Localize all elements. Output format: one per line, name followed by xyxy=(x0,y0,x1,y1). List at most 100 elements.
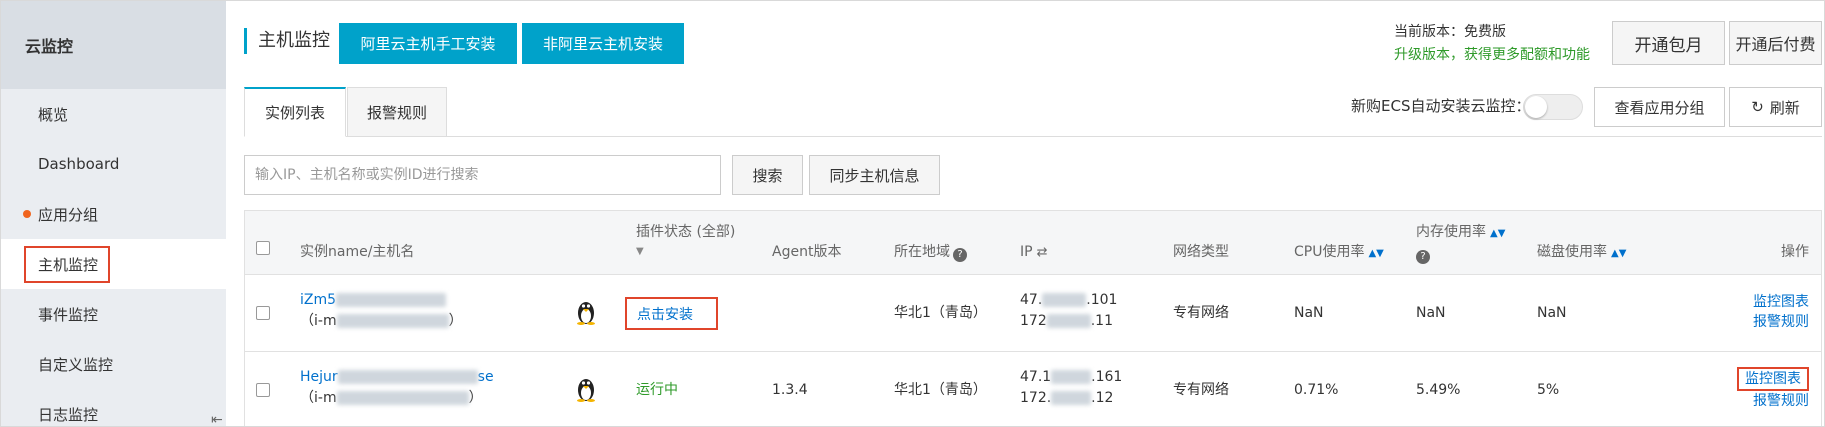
collapse-sidebar-icon[interactable]: ⇤ xyxy=(211,412,223,426)
refresh-button[interactable]: ↻ 刷新 xyxy=(1729,87,1822,127)
redacted-text xyxy=(337,370,478,384)
network-cell: 专有网络 xyxy=(1173,382,1229,398)
row-checkbox[interactable] xyxy=(256,383,270,397)
upgrade-link[interactable]: 升级版本，获得更多配额和功能 xyxy=(1394,44,1590,67)
sidebar-item-label: Dashboard xyxy=(38,155,120,173)
sidebar-item-dashboard[interactable]: Dashboard xyxy=(1,139,226,189)
instance-name-cell: iZm5 （i-m ） xyxy=(300,290,463,332)
redacted-text xyxy=(336,293,447,307)
disk-cell: 5% xyxy=(1537,382,1560,398)
agent-version-cell: 1.3.4 xyxy=(772,382,808,398)
monitor-chart-link[interactable]: 监控图表 xyxy=(1753,292,1809,312)
sidebar-item-custom-monitor[interactable]: 自定义监控 xyxy=(1,339,226,389)
linux-penguin-icon xyxy=(577,379,595,402)
monitor-chart-link[interactable]: 监控图表 xyxy=(1737,367,1809,391)
sidebar-item-label: 自定义监控 xyxy=(38,355,114,374)
sort-icon: ▲▼ xyxy=(1611,248,1627,259)
col-header-cpu[interactable]: CPU使用率 ▲▼ xyxy=(1294,242,1384,264)
table-row: Hejur se （i-m ） 运行中 1.3.4 华北1（青岛） 47.1 .161… xyxy=(245,352,1821,426)
instance-table: 实例name/主机名 插件状态 (全部) ▼ Agent版本 所在地域? IP ⇄… xyxy=(244,210,1822,426)
search-input[interactable] xyxy=(244,155,721,195)
version-info: 当前版本：免费版 升级版本，获得更多配额和功能 xyxy=(1394,21,1590,67)
sidebar-item-label: 主机监控 xyxy=(24,245,111,283)
aliyun-manual-install-button[interactable]: 阿里云主机手工安装 xyxy=(339,23,517,64)
refresh-label: 刷新 xyxy=(1769,99,1800,117)
col-header-plugin-label: 插件状态 (全部) xyxy=(636,224,736,240)
instance-name-suffix[interactable]: se xyxy=(478,369,494,385)
sort-icon: ▲▼ xyxy=(1368,248,1384,259)
sidebar-item-event-monitor[interactable]: 事件监控 xyxy=(1,289,226,339)
host-name-prefix: （i-m xyxy=(300,390,337,406)
view-app-group-button[interactable]: 查看应用分组 xyxy=(1594,87,1725,127)
sidebar-item-label: 事件监控 xyxy=(38,305,99,324)
sidebar-item-label: 应用分组 xyxy=(38,205,99,224)
region-cell: 华北1（青岛） xyxy=(894,305,987,321)
table-row: iZm5 （i-m ） 点击安装 华北1（青岛） 47. .101 172 .11 专… xyxy=(245,275,1821,352)
ip-public-suffix: .101 xyxy=(1086,292,1118,308)
redacted-text xyxy=(1051,370,1092,384)
mem-cell: NaN xyxy=(1416,305,1446,321)
sync-host-button[interactable]: 同步主机信息 xyxy=(809,155,940,195)
host-name-prefix: （i-m xyxy=(300,313,337,329)
disk-cell: NaN xyxy=(1537,305,1567,321)
auto-install-toggle[interactable] xyxy=(1523,94,1583,120)
col-header-ip-label: IP xyxy=(1020,244,1033,260)
page-title: 主机监控 xyxy=(244,28,330,54)
sidebar-item-overview[interactable]: 概览 xyxy=(1,89,226,139)
postpaid-button[interactable]: 开通后付费 xyxy=(1729,21,1822,65)
col-header-agent: Agent版本 xyxy=(772,244,842,260)
col-header-cpu-label: CPU使用率 xyxy=(1294,244,1365,260)
swap-arrows-icon[interactable]: ⇄ xyxy=(1037,245,1048,260)
ip-private-prefix: 172. xyxy=(1020,390,1052,406)
help-icon[interactable]: ? xyxy=(1416,250,1430,264)
sidebar-item-label: 日志监控 xyxy=(38,405,99,424)
sidebar-title: 云监控 xyxy=(1,1,226,89)
col-header-mem[interactable]: 内存使用率 ▲▼ ? xyxy=(1416,222,1505,264)
ops-cell: 监控图表 报警规则 xyxy=(1737,367,1809,411)
redacted-text xyxy=(1051,391,1092,405)
ops-cell: 监控图表 报警规则 xyxy=(1753,292,1809,332)
instance-name-link[interactable]: Hejur xyxy=(300,369,338,385)
app-window: 云监控 概览 Dashboard 应用分组 主机监控 事件监控 自定义监控 日志… xyxy=(0,0,1825,427)
table-header: 实例name/主机名 插件状态 (全部) ▼ Agent版本 所在地域? IP ⇄… xyxy=(245,211,1821,275)
auto-install-label: 新购ECS自动安装云监控： xyxy=(1351,97,1531,115)
sidebar-item-log-monitor[interactable]: 日志监控 xyxy=(1,389,226,426)
toggle-knob xyxy=(1525,96,1547,118)
tab-alarm-rules[interactable]: 报警规则 xyxy=(347,87,447,137)
host-name-suffix: ） xyxy=(448,313,463,329)
sidebar-item-app-group[interactable]: 应用分组 xyxy=(1,189,226,239)
alarm-rules-link[interactable]: 报警规则 xyxy=(1753,312,1809,332)
ip-public-suffix: .161 xyxy=(1091,369,1123,385)
cpu-cell: 0.71% xyxy=(1294,382,1339,398)
sidebar-item-host-monitor[interactable]: 主机监控 xyxy=(1,239,226,289)
click-install-button[interactable]: 点击安装 xyxy=(625,297,718,330)
ip-public-prefix: 47.1 xyxy=(1020,369,1052,385)
col-header-mem-label: 内存使用率 xyxy=(1416,224,1486,240)
filter-caret-icon: ▼ xyxy=(636,246,644,257)
host-name-suffix: ） xyxy=(468,390,483,406)
linux-penguin-icon xyxy=(577,302,595,325)
notification-dot-icon xyxy=(23,210,31,218)
select-all-checkbox[interactable] xyxy=(256,241,270,255)
instance-name-link[interactable]: iZm5 xyxy=(300,292,336,308)
monthly-subscribe-button[interactable]: 开通包月 xyxy=(1612,21,1725,65)
redacted-text xyxy=(336,314,449,328)
sidebar-item-label: 概览 xyxy=(38,105,69,124)
col-header-plugin[interactable]: 插件状态 (全部) ▼ xyxy=(636,222,735,262)
search-button[interactable]: 搜索 xyxy=(732,155,803,195)
help-icon[interactable]: ? xyxy=(953,248,967,262)
alarm-rules-link[interactable]: 报警规则 xyxy=(1737,391,1809,411)
sort-icon: ▲▼ xyxy=(1490,228,1506,239)
redacted-text xyxy=(1042,293,1087,307)
cpu-cell: NaN xyxy=(1294,305,1324,321)
redacted-text xyxy=(1046,314,1091,328)
col-header-disk[interactable]: 磁盘使用率 ▲▼ xyxy=(1537,242,1626,264)
col-header-region: 所在地域? xyxy=(894,242,967,262)
tabs-divider xyxy=(244,136,1822,137)
tab-instance-list[interactable]: 实例列表 xyxy=(244,87,346,137)
status-running: 运行中 xyxy=(636,382,678,398)
row-checkbox[interactable] xyxy=(256,306,270,320)
ip-cell: 47.1 .161 172. .12 xyxy=(1020,367,1122,409)
non-aliyun-install-button[interactable]: 非阿里云主机安装 xyxy=(522,23,684,64)
redacted-text xyxy=(336,391,469,405)
